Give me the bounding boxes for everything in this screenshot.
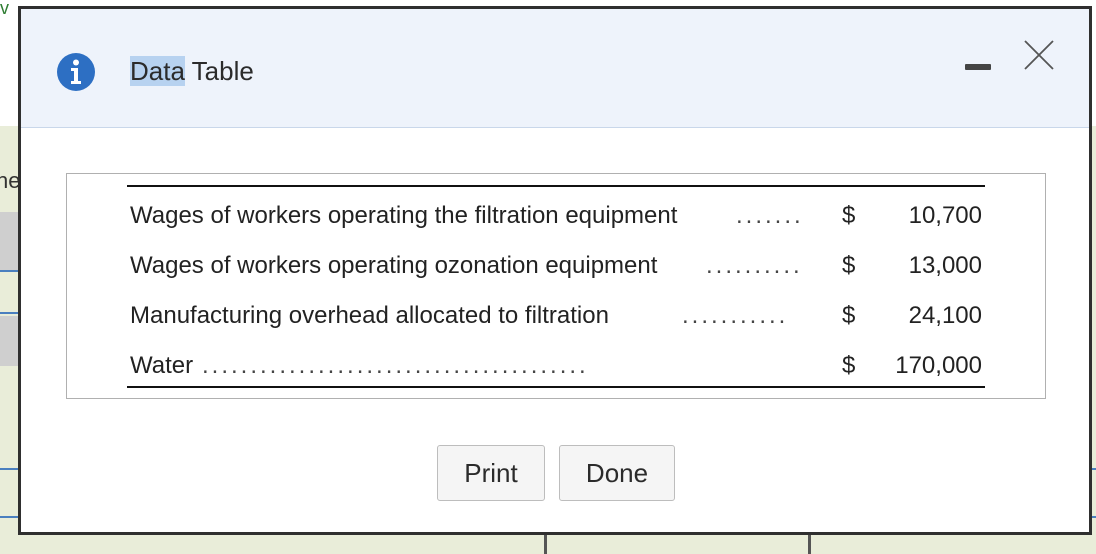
leader-dots: ........................................	[202, 352, 589, 379]
background-divider	[0, 468, 20, 470]
table-row: Manufacturing overhead allocated to filt…	[130, 301, 982, 331]
dialog-title: Data Table	[130, 54, 254, 88]
minimize-icon	[965, 64, 991, 70]
background-grey-block	[0, 212, 20, 270]
currency-symbol: $	[842, 352, 856, 379]
row-amount: 10,700	[908, 202, 982, 229]
leader-dots: ...........	[682, 302, 789, 329]
title-text: Table	[184, 56, 254, 86]
currency-symbol: $	[842, 202, 856, 229]
row-label: Water	[130, 352, 194, 379]
data-table: Wages of workers operating the filtratio…	[66, 173, 1046, 399]
done-button[interactable]: Done	[559, 445, 675, 501]
background-divider	[0, 270, 20, 272]
data-table-dialog: Data Table Wages of workers operating th…	[18, 6, 1092, 535]
table-row: Wages of workers operating the filtratio…	[130, 201, 982, 231]
table-row: Wages of workers operating ozonation equ…	[130, 251, 982, 281]
background-text-fragment: v	[0, 0, 9, 18]
dialog-header: Data Table	[21, 9, 1089, 128]
leader-dots: .......	[736, 202, 804, 229]
background-divider	[0, 312, 20, 314]
row-amount: 24,100	[908, 302, 982, 329]
leader-dots: ..........	[706, 252, 803, 279]
row-label: Wages of workers operating ozonation equ…	[130, 252, 658, 279]
info-icon	[57, 53, 95, 91]
print-button[interactable]: Print	[437, 445, 545, 501]
row-amount: 13,000	[908, 252, 982, 279]
background-column-divider	[544, 532, 547, 554]
table-top-rule	[127, 185, 985, 187]
row-label: Wages of workers operating the filtratio…	[130, 202, 678, 229]
background-divider	[0, 516, 20, 518]
table-row: Water ..................................…	[130, 351, 982, 381]
minimize-button[interactable]	[963, 61, 993, 73]
currency-symbol: $	[842, 252, 856, 279]
close-icon[interactable]	[1019, 35, 1059, 75]
table-bottom-rule	[127, 386, 985, 388]
row-amount: 170,000	[895, 352, 982, 379]
selected-title-text: Data	[130, 56, 185, 86]
background-page-bottom	[0, 532, 1096, 554]
currency-symbol: $	[842, 302, 856, 329]
row-label: Manufacturing overhead allocated to filt…	[130, 302, 609, 329]
background-grey-block	[0, 316, 20, 366]
background-column-divider	[808, 532, 811, 554]
